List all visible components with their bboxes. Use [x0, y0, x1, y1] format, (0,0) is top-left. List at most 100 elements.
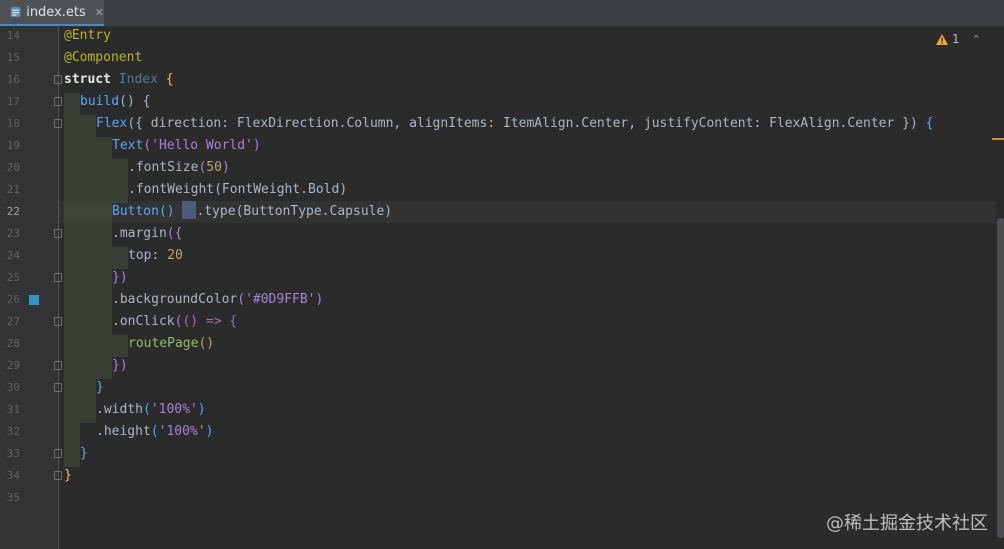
method-name: .margin [112, 226, 167, 241]
code-line-27: .onClick(() => { [112, 311, 237, 333]
code-line-20: .fontSize(50) [128, 157, 230, 179]
code-line-23: .margin({ [112, 223, 182, 245]
paren: ) [315, 292, 324, 307]
line-number: 20 [6, 161, 20, 174]
paren: ) [205, 424, 214, 439]
line-number: 16 [6, 73, 20, 86]
line-number: 34 [6, 469, 20, 482]
color-swatch-icon[interactable] [29, 295, 39, 305]
code-line-32: .height('100%') [96, 421, 213, 443]
fold-toggle[interactable] [54, 75, 62, 84]
tab-index-ets[interactable]: index.ets ✕ [0, 0, 104, 26]
code-line-25: }) [112, 267, 128, 289]
fold-toggle[interactable] [54, 361, 62, 370]
method-name: .backgroundColor [112, 292, 238, 307]
line-number: 21 [6, 183, 20, 196]
line-number: 29 [6, 359, 20, 372]
arrow-function: () => { [182, 314, 238, 329]
fold-toggle[interactable] [54, 229, 62, 238]
code-line-26: .backgroundColor('#0D9FFB') [112, 289, 323, 311]
paren: ) [252, 138, 261, 153]
method-name: .onClick [112, 314, 175, 329]
indent-guide [64, 93, 80, 467]
class-name: Index [118, 72, 158, 87]
code-line-17: build() { [80, 91, 150, 113]
brace: } [96, 380, 104, 395]
keyword: struct [64, 72, 111, 87]
line-number: 22 [6, 205, 20, 218]
annotation: @Entry [64, 28, 111, 43]
function-name: Flex [96, 116, 128, 131]
brace: }) [112, 270, 128, 285]
code-editor[interactable] [59, 27, 1004, 549]
fold-toggle[interactable] [54, 273, 62, 282]
fold-toggle[interactable] [54, 449, 62, 458]
line-number: 30 [6, 381, 20, 394]
chevron-up-icon[interactable]: ⌃ [972, 33, 981, 46]
brace: } [80, 446, 88, 461]
line-number: 17 [6, 95, 20, 108]
ets-file-icon [10, 7, 21, 17]
code-line-24: top: 20 [128, 245, 183, 267]
warning-count: 1 [952, 32, 960, 46]
paren: ( [143, 138, 152, 153]
fold-toggle[interactable] [54, 317, 62, 326]
colon: : [151, 248, 168, 263]
method-name: .width [96, 402, 143, 417]
line-number: 32 [6, 425, 20, 438]
indent-guide [112, 335, 128, 357]
method-name: .height [96, 424, 151, 439]
string-literal: '#0D9FFB' [245, 292, 316, 307]
code-line-22: Button() .type(ButtonType.Capsule) [112, 201, 392, 223]
inspection-widget[interactable]: 1 ⌃ [936, 32, 981, 46]
string-literal: '100%' [158, 424, 206, 439]
paren: ({ [166, 226, 183, 241]
close-icon[interactable]: ✕ [95, 6, 104, 19]
brace: } [64, 468, 72, 483]
code-line-31: .width('100%') [96, 399, 206, 421]
code-line-29: }) [112, 355, 128, 377]
indent-guide [80, 115, 96, 423]
paren: () [198, 336, 215, 351]
brace: { [917, 116, 934, 131]
line-number: 25 [6, 271, 20, 284]
method-name: .fontWeight [128, 182, 215, 197]
fold-toggle[interactable] [54, 383, 62, 392]
code-line-28: routePage() [128, 333, 214, 355]
paren: ( [237, 292, 246, 307]
property-name: top [128, 248, 152, 263]
line-number: 33 [6, 447, 20, 460]
call-args: ({ direction: FlexDirection.Column, alig… [127, 116, 918, 131]
number-literal: 20 [167, 248, 183, 263]
fold-toggle[interactable] [54, 119, 62, 128]
line-number: 19 [6, 139, 20, 152]
line-number: 14 [6, 29, 20, 42]
string-literal: '100%' [150, 402, 198, 417]
code-line-30: } [96, 377, 104, 399]
line-number: 27 [6, 315, 20, 328]
line-number: 31 [6, 403, 20, 416]
code-line-16: struct Index { [64, 69, 174, 91]
code-line-19: Text('Hello World') [112, 135, 261, 157]
line-number: 35 [6, 491, 20, 504]
inlay-hint-box [182, 201, 197, 219]
string-literal: 'Hello World' [151, 138, 253, 153]
method-name: .fontSize [128, 160, 199, 175]
paren: ( [150, 424, 159, 439]
scrollbar-thumb[interactable] [997, 218, 1004, 538]
number-literal: 50 [206, 160, 222, 175]
code-line-21: .fontWeight(FontWeight.Bold) [128, 179, 347, 201]
function-name: routePage [128, 336, 199, 351]
call-args: (FontWeight.Bold) [214, 182, 348, 197]
function-name: build [80, 94, 120, 109]
fold-toggle[interactable] [54, 97, 62, 106]
watermark: @稀土掘金技术社区 [826, 513, 988, 534]
indent-guide [112, 247, 128, 269]
tab-label: index.ets [26, 4, 86, 20]
warning-stripe-marker[interactable] [992, 138, 1004, 140]
line-number: 24 [6, 249, 20, 262]
indent-guide [96, 137, 112, 379]
line-number: 23 [6, 227, 20, 240]
fold-toggle[interactable] [54, 471, 62, 480]
brace: }) [112, 358, 128, 373]
